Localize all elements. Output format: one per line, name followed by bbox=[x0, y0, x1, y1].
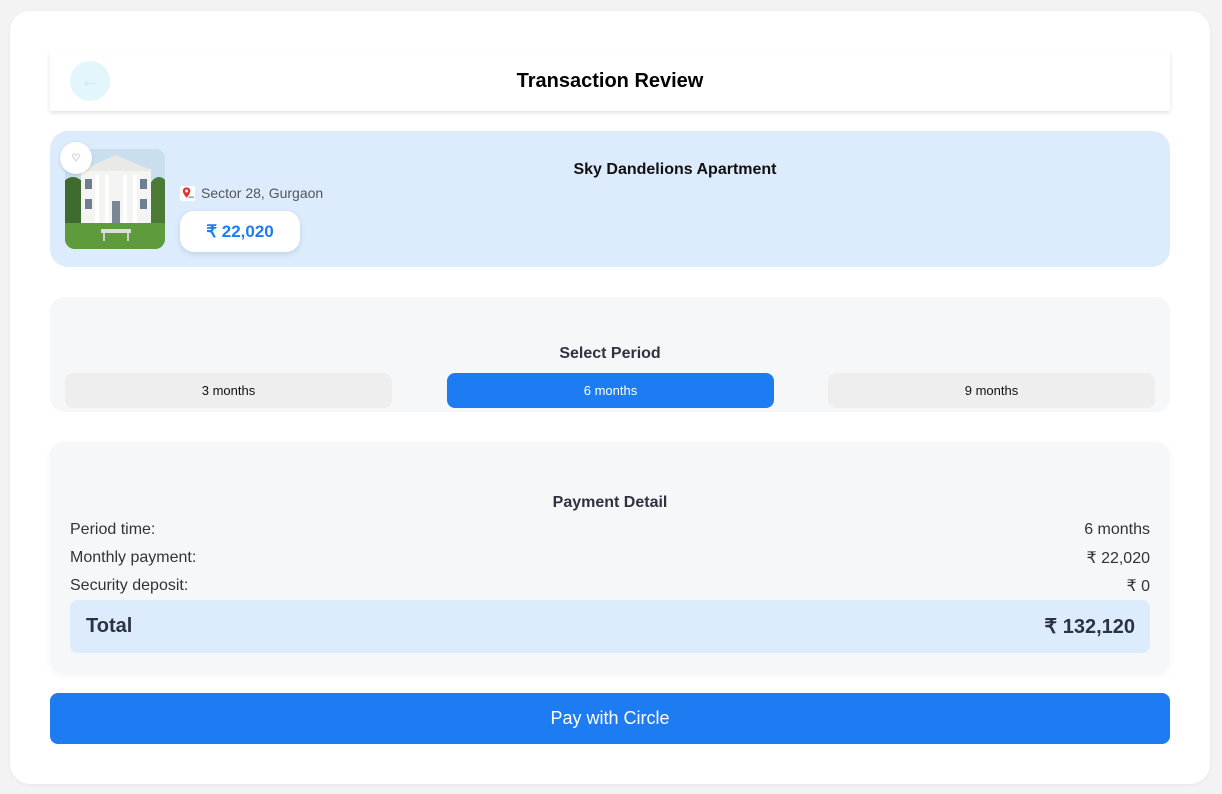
back-button[interactable]: ← bbox=[70, 61, 110, 101]
property-location: Sector 28, Gurgaon bbox=[180, 185, 323, 201]
row-label: Monthly payment: bbox=[70, 549, 197, 566]
select-period-title: Select Period bbox=[559, 345, 661, 362]
pay-with-circle-button[interactable]: Pay with Circle bbox=[50, 693, 1170, 744]
row-value: 6 months bbox=[1084, 521, 1150, 538]
period-option-6-months[interactable]: 6 months bbox=[447, 373, 774, 408]
period-option-3-months[interactable]: 3 months bbox=[65, 373, 392, 408]
heart-icon: ♡ bbox=[71, 152, 81, 164]
row-label: Security deposit: bbox=[70, 577, 189, 594]
price-badge: ₹ 22,020 bbox=[180, 211, 300, 252]
payment-detail-title: Payment Detail bbox=[552, 494, 668, 511]
property-card[interactable]: ♡ Sky Dandelions Apartment Sector 28, Gu… bbox=[50, 131, 1170, 267]
total-label: Total bbox=[86, 615, 133, 637]
row-value: ₹ 22,020 bbox=[1086, 550, 1150, 567]
map-pin-icon bbox=[180, 185, 195, 201]
property-name: Sky Dandelions Apartment bbox=[573, 161, 777, 178]
period-option-9-months[interactable]: 9 months bbox=[828, 373, 1155, 408]
location-text: Sector 28, Gurgaon bbox=[201, 185, 324, 201]
payment-detail-section: Payment Detail Period time: 6 months Mon… bbox=[50, 442, 1170, 674]
total-row: Total ₹ 132,120 bbox=[70, 600, 1150, 653]
arrow-left-icon: ← bbox=[80, 69, 100, 92]
row-value: ₹ 0 bbox=[1126, 578, 1150, 595]
favorite-button[interactable]: ♡ bbox=[60, 142, 92, 174]
total-value: ₹ 132,120 bbox=[1044, 616, 1135, 638]
monthly-payment-row: Monthly payment: ₹ 22,020 bbox=[70, 548, 1150, 568]
select-period-section: Select Period 3 months 6 months 9 months bbox=[50, 297, 1170, 412]
header-bar: ← Transaction Review bbox=[50, 51, 1170, 111]
page-title: Transaction Review bbox=[516, 69, 704, 92]
security-deposit-row: Security deposit: ₹ 0 bbox=[70, 576, 1150, 596]
period-time-row: Period time: 6 months bbox=[70, 520, 1150, 540]
transaction-card: ← Transaction Review ♡ Sky Dandelions Ap… bbox=[10, 11, 1210, 784]
row-label: Period time: bbox=[70, 521, 156, 538]
